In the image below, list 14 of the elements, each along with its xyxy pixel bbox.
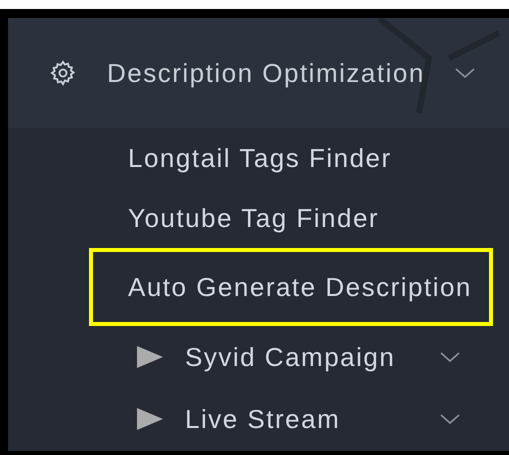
chevron-icon <box>440 413 460 425</box>
menu-title: Description Optimization <box>107 58 425 88</box>
submenu-link[interactable]: Longtail Tags Finder <box>89 128 493 188</box>
group-label: Syvid Campaign <box>185 342 396 372</box>
submenu-link[interactable]: Youtube Tag Finder <box>89 188 493 248</box>
play-triangle-icon <box>137 408 163 430</box>
group-label: Live Stream <box>185 404 342 434</box>
submenu-link[interactable]: Auto Generate Description <box>89 248 493 326</box>
submenu-group[interactable]: Live Stream <box>137 388 509 450</box>
menu-header[interactable]: Description Optimization <box>8 18 509 128</box>
submenu-group[interactable]: Syvid Campaign <box>137 326 509 388</box>
settings-icon <box>49 59 77 87</box>
play-triangle-icon <box>137 346 163 368</box>
chevron-icon <box>440 351 460 363</box>
